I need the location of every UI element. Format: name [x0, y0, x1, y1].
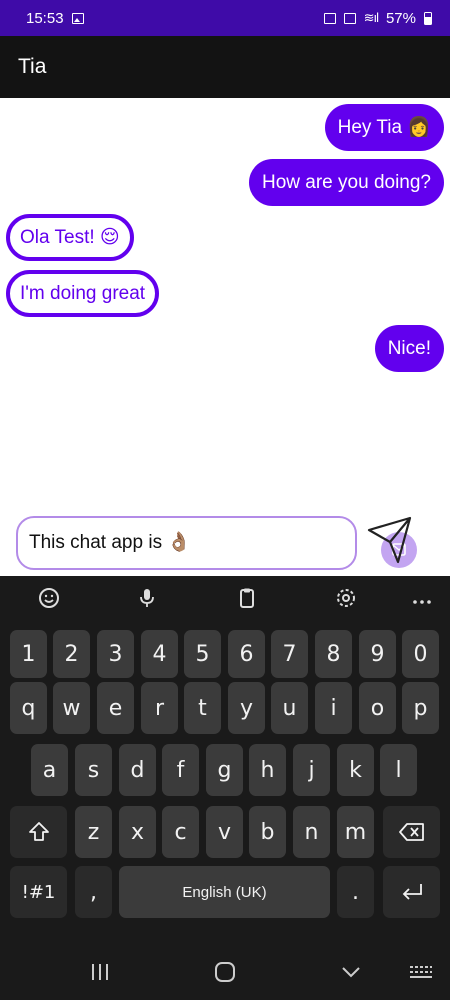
message-bubble-received[interactable]: Ola Test! 😌: [6, 214, 134, 261]
key-e[interactable]: e: [97, 682, 134, 734]
period-key[interactable]: .: [337, 866, 374, 918]
gallery-notification-icon: [71, 12, 84, 24]
key-6[interactable]: 6: [228, 630, 265, 678]
key-8[interactable]: 8: [315, 630, 352, 678]
key-n[interactable]: n: [293, 806, 330, 858]
key-c[interactable]: c: [162, 806, 199, 858]
alarm-icon: [343, 12, 356, 24]
comma-key[interactable]: ,: [75, 866, 112, 918]
key-2[interactable]: 2: [53, 630, 90, 678]
space-key[interactable]: English (UK): [119, 866, 330, 918]
chat-title: Tia: [18, 55, 47, 78]
key-b[interactable]: b: [249, 806, 286, 858]
key-i[interactable]: i: [315, 682, 352, 734]
message-list: Hey Tia 👩 How are you doing? Ola Test! 😌…: [0, 98, 450, 576]
send-icon: [367, 516, 417, 568]
message-bubble-sent[interactable]: Hey Tia 👩: [324, 104, 444, 151]
key-x[interactable]: x: [119, 806, 156, 858]
key-z[interactable]: z: [75, 806, 112, 858]
key-g[interactable]: g: [206, 744, 243, 796]
wifi-signal-icon: ≋ıl: [363, 10, 379, 25]
home-icon[interactable]: [214, 960, 236, 984]
key-a[interactable]: a: [31, 744, 68, 796]
key-9[interactable]: 9: [359, 630, 396, 678]
message-bubble-sent[interactable]: Nice!: [374, 325, 444, 372]
key-0[interactable]: 0: [402, 630, 439, 678]
clipboard-icon[interactable]: [235, 586, 259, 610]
battery-icon: [424, 11, 432, 25]
emoji-icon[interactable]: [37, 586, 61, 610]
shift-key[interactable]: [10, 806, 67, 858]
status-bar: 15:53 ≋ıl 57%: [0, 0, 450, 36]
more-icon[interactable]: [410, 586, 434, 610]
key-3[interactable]: 3: [97, 630, 134, 678]
message-bubble-received[interactable]: I'm doing great: [6, 270, 160, 317]
send-button[interactable]: [364, 512, 422, 572]
keyboard-switch-icon[interactable]: [408, 960, 434, 984]
message-input[interactable]: This chat app is 👌🏽: [16, 516, 357, 570]
key-r[interactable]: r: [141, 682, 178, 734]
key-s[interactable]: s: [75, 744, 112, 796]
backspace-icon: [398, 823, 424, 841]
soft-keyboard: 1 2 3 4 5 6 7 8 9 0 q w e r t y u i o p …: [0, 576, 450, 946]
key-l[interactable]: l: [380, 744, 417, 796]
status-time: 15:53: [26, 9, 64, 27]
key-h[interactable]: h: [249, 744, 286, 796]
settings-icon[interactable]: [334, 586, 358, 610]
shift-icon: [28, 822, 49, 841]
key-4[interactable]: 4: [141, 630, 178, 678]
symbols-key[interactable]: !#1: [10, 866, 67, 918]
key-f[interactable]: f: [162, 744, 199, 796]
backspace-key[interactable]: [383, 806, 440, 858]
key-m[interactable]: m: [337, 806, 374, 858]
key-o[interactable]: o: [359, 682, 396, 734]
keyboard-toolbar: [0, 576, 450, 620]
key-v[interactable]: v: [206, 806, 243, 858]
key-q[interactable]: q: [10, 682, 47, 734]
recent-apps-icon[interactable]: [90, 960, 110, 984]
key-5[interactable]: 5: [184, 630, 221, 678]
key-u[interactable]: u: [271, 682, 308, 734]
navigation-bar: [0, 946, 450, 1000]
key-p[interactable]: p: [402, 682, 439, 734]
key-j[interactable]: j: [293, 744, 330, 796]
key-k[interactable]: k: [337, 744, 374, 796]
key-t[interactable]: t: [184, 682, 221, 734]
hide-keyboard-icon[interactable]: [340, 960, 362, 984]
enter-icon: [402, 884, 422, 900]
app-bar: Tia: [0, 36, 450, 98]
key-d[interactable]: d: [119, 744, 156, 796]
lock-icon: [323, 12, 336, 24]
key-w[interactable]: w: [53, 682, 90, 734]
enter-key[interactable]: [383, 866, 440, 918]
key-y[interactable]: y: [228, 682, 265, 734]
key-7[interactable]: 7: [271, 630, 308, 678]
microphone-icon[interactable]: [135, 586, 159, 610]
key-1[interactable]: 1: [10, 630, 47, 678]
message-bubble-sent[interactable]: How are you doing?: [249, 159, 444, 206]
battery-percent: 57%: [385, 9, 416, 27]
